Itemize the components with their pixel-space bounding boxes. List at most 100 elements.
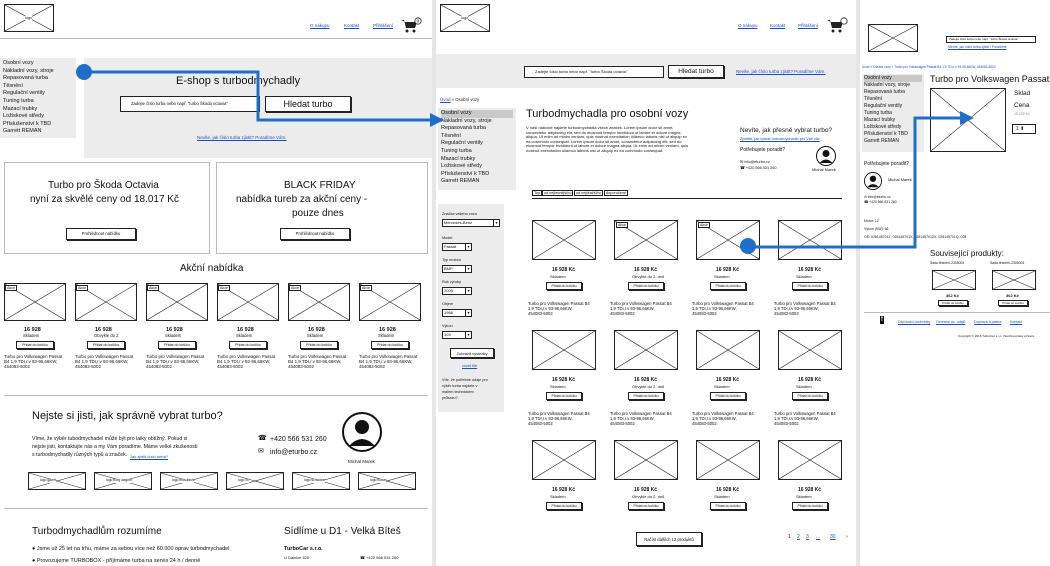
filter-select[interactable]: 2005 ▾ bbox=[442, 287, 472, 295]
page-link[interactable]: › bbox=[846, 534, 848, 541]
nav-item-prislusenstvi[interactable]: Příslušenství k TBD bbox=[864, 131, 922, 138]
brand-logo[interactable] bbox=[358, 472, 416, 490]
promo-octavia-button[interactable]: Prohlédnout nabídku bbox=[66, 228, 136, 240]
logo[interactable]: logo bbox=[440, 4, 490, 32]
nav-item-trubky[interactable]: Mazací trubky bbox=[864, 117, 922, 124]
product-image[interactable] bbox=[532, 330, 596, 370]
nav-item-trubky[interactable]: Mazací trubky bbox=[441, 156, 513, 164]
nav-item-prislusenstvi[interactable]: Příslušenství k TBD bbox=[3, 121, 73, 129]
product-image[interactable] bbox=[614, 330, 678, 370]
header-link-contact[interactable]: Kontakt bbox=[344, 23, 359, 28]
search-input[interactable]: Zadejte číslo turba nebo např. "turbo Šk… bbox=[524, 66, 664, 78]
add-to-cart-button[interactable]: Přidat do košíku bbox=[710, 392, 746, 400]
filter-select[interactable]: 1968 ▾ bbox=[442, 309, 472, 317]
product-image[interactable] bbox=[532, 440, 596, 480]
search-input[interactable]: Zadejte číslo turba nebo např. "turbo Šk… bbox=[120, 96, 260, 112]
search-input[interactable]: Zadejte číslo turba nebo např. "turbo Šk… bbox=[946, 36, 1036, 43]
nav-item-garrett[interactable]: Garrett REMAN bbox=[3, 128, 73, 136]
add-to-cart-button[interactable]: Přidat do košíku bbox=[546, 282, 582, 290]
product-image[interactable] bbox=[778, 440, 842, 480]
tab-top[interactable]: Top bbox=[532, 190, 543, 197]
search-button[interactable]: Hledat turbo bbox=[668, 65, 724, 78]
product-image[interactable] bbox=[532, 220, 596, 260]
product-image[interactable] bbox=[930, 88, 1006, 152]
nav-item-tuning[interactable]: Tuning turba bbox=[3, 98, 73, 106]
nav-item-strede[interactable]: Ložiskové středy bbox=[441, 163, 513, 171]
add-to-cart-button[interactable]: Přidat do košíku bbox=[158, 341, 196, 349]
add-to-cart-button[interactable]: Přidat do košíku bbox=[300, 341, 338, 349]
header-link-contact[interactable]: Kontakt bbox=[770, 23, 785, 28]
header-link-about[interactable]: O nákupu bbox=[310, 23, 330, 28]
nav-item-tuning[interactable]: Tuning turba bbox=[441, 148, 513, 156]
help-link[interactable]: Nevíte, jak číslo turba zjistit? Poradím… bbox=[948, 45, 1007, 49]
nav-item-ventily[interactable]: Regulační ventily bbox=[864, 103, 922, 110]
help-link[interactable]: Nevíte, jak číslo turba zjistit? Poradím… bbox=[736, 69, 826, 74]
add-to-cart-button[interactable]: Přidat do košíku bbox=[628, 392, 664, 400]
header-link-about[interactable]: O nákupu bbox=[738, 23, 758, 28]
facebook-icon[interactable]: f bbox=[880, 316, 884, 325]
product-image[interactable] bbox=[932, 270, 976, 290]
add-to-cart-button[interactable]: Přidat do košíku bbox=[87, 341, 125, 349]
product-image[interactable] bbox=[992, 270, 1036, 290]
search-button[interactable]: Hledat turbo bbox=[265, 96, 351, 112]
nav-item-repasovana[interactable]: Repasovaná turba bbox=[864, 89, 922, 96]
page-link[interactable]: ... bbox=[816, 534, 820, 541]
help-link-2[interactable]: Jak zjistit číslo turba? bbox=[130, 454, 168, 459]
add-to-cart-button[interactable]: Přidat do košíku bbox=[710, 282, 746, 290]
nav-item-osobni[interactable]: Osobní vozy bbox=[3, 60, 73, 68]
filter-select[interactable]: BMP ▾ bbox=[442, 265, 472, 273]
product-image[interactable] bbox=[696, 440, 760, 480]
add-to-cart-button[interactable]: Přidat do košíku bbox=[710, 502, 746, 510]
nav-item-strede[interactable]: Ložiskové středy bbox=[3, 113, 73, 121]
logo[interactable] bbox=[868, 24, 918, 52]
nav-item-trubky[interactable]: Mazací trubky bbox=[3, 106, 73, 114]
nav-item-tesneni[interactable]: Těsnění bbox=[864, 96, 922, 103]
load-more-button[interactable]: Načíst dalších 12 produktů bbox=[636, 532, 702, 546]
nav-item-tesneni[interactable]: Těsnění bbox=[3, 83, 73, 91]
brand-logo[interactable] bbox=[28, 472, 86, 490]
page-link[interactable]: 1 bbox=[788, 534, 791, 541]
tab-cheapest[interactable]: od nejlevnějšího bbox=[542, 190, 574, 197]
filter-select[interactable]: Mercedes-Benz ▾ bbox=[442, 219, 500, 227]
help-link[interactable]: Nevíte, jak číslo turba zjistit? Poradím… bbox=[197, 135, 287, 140]
cart-icon[interactable] bbox=[826, 17, 848, 33]
add-to-cart-button[interactable]: Přidat do košíku bbox=[546, 502, 582, 510]
footer-link-contact[interactable]: Kontakt bbox=[1010, 320, 1022, 324]
nav-item-osobni[interactable]: Osobní vozy bbox=[441, 110, 513, 118]
nav-item-garrett[interactable]: Garrett REMAN bbox=[441, 178, 513, 186]
nav-item-ventily[interactable]: Regulační ventily bbox=[3, 90, 73, 98]
add-to-cart-button[interactable]: Přidat do košíku bbox=[998, 300, 1028, 306]
nav-item-nakladni[interactable]: Nákladní vozy, stroje bbox=[864, 82, 922, 89]
cart-icon[interactable]: 0 bbox=[400, 17, 422, 33]
footer-link-terms[interactable]: Obchodní podmínky bbox=[898, 320, 930, 324]
nav-item-tuning[interactable]: Tuning turba bbox=[864, 110, 922, 117]
add-to-cart-button[interactable]: Přidat do košíku bbox=[546, 392, 582, 400]
filter-submit-button[interactable]: Zobrazit výsledky bbox=[450, 348, 494, 358]
nav-item-nakladni[interactable]: Nákladní vozy, stroje bbox=[3, 68, 73, 76]
footer-link-shipping[interactable]: Doprava a platba bbox=[974, 320, 1001, 324]
add-to-cart-button[interactable]: Přidat do košíku bbox=[628, 502, 664, 510]
page-link[interactable]: 3 bbox=[806, 534, 809, 541]
nav-item-tesneni[interactable]: Těsnění bbox=[441, 133, 513, 141]
nav-item-garrett[interactable]: Garrett REMAN bbox=[864, 138, 922, 145]
header-link-login[interactable]: Přihlášení bbox=[373, 23, 393, 28]
nav-item-repasovana[interactable]: Repasovaná turba bbox=[441, 125, 513, 133]
filter-select[interactable]: Passat ▾ bbox=[442, 243, 472, 251]
add-to-cart-button[interactable]: Přidat do košíku bbox=[371, 341, 409, 349]
tab-recommended[interactable]: doporučené bbox=[604, 190, 629, 197]
add-to-cart-button[interactable]: Přidat do košíku bbox=[938, 300, 968, 306]
advice-link[interactable]: Zjistěte, jak vybrat turbodmychadlo pro … bbox=[740, 137, 820, 141]
add-to-cart-button[interactable]: Přidat do košíku bbox=[792, 392, 828, 400]
add-to-cart-button[interactable]: Přidat do košíku bbox=[229, 341, 267, 349]
promo-bf-button[interactable]: Prohlédnout nabídku bbox=[280, 228, 350, 240]
product-image[interactable] bbox=[614, 440, 678, 480]
page-link[interactable]: 30 bbox=[830, 534, 836, 541]
product-image[interactable] bbox=[696, 330, 760, 370]
nav-item-nakladni[interactable]: Nákladní vozy, stroje bbox=[441, 118, 513, 126]
product-image[interactable] bbox=[778, 330, 842, 370]
nav-item-repasovana[interactable]: Repasovaná turba bbox=[3, 75, 73, 83]
add-to-cart-button[interactable]: Přidat do košíku bbox=[792, 502, 828, 510]
nav-item-prislusenstvi[interactable]: Příslušenství k TBD bbox=[441, 171, 513, 179]
nav-item-ventily[interactable]: Regulační ventily bbox=[441, 140, 513, 148]
filter-select[interactable]: 103 ▾ bbox=[442, 331, 472, 339]
